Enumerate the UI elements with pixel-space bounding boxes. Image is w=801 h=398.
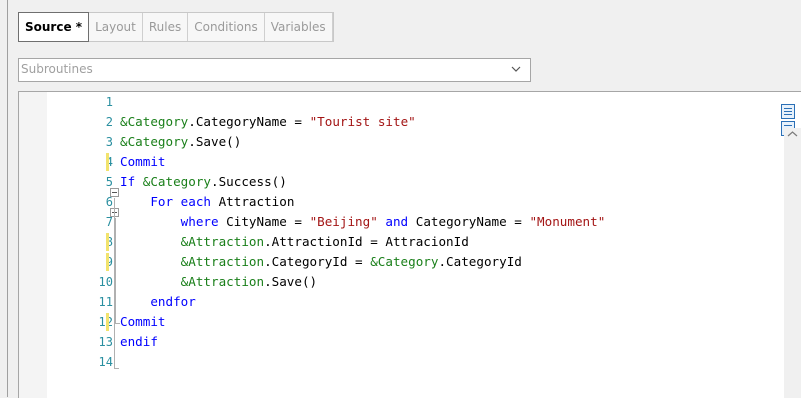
change-marker — [106, 253, 109, 271]
dropdown-placeholder: Subroutines — [21, 62, 93, 76]
code-token: CategoryName = — [415, 214, 530, 229]
code-token: .Success() — [211, 174, 287, 189]
change-marker — [106, 233, 109, 251]
code-line[interactable]: For each Attraction — [120, 192, 294, 212]
line-number: 5 — [105, 175, 113, 189]
change-marker — [106, 313, 109, 331]
fold-end-if — [114, 368, 119, 369]
code-line[interactable]: Commit — [120, 152, 166, 172]
code-token: "Beijing" — [309, 214, 378, 229]
code-line[interactable]: where CityName = "Beijing" and CategoryN… — [120, 212, 606, 232]
code-token: Commit — [120, 154, 166, 169]
chevron-down-icon — [511, 66, 521, 72]
line-number-gutter: 1234567891011121314 — [47, 92, 115, 398]
code-token: .Save() — [264, 274, 318, 289]
subroutines-dropdown[interactable]: Subroutines — [18, 58, 531, 82]
line-number: 10 — [98, 275, 113, 289]
code-line[interactable]: endfor — [120, 292, 196, 312]
code-token: &Category — [370, 254, 439, 269]
line-number: 13 — [98, 335, 113, 349]
code-line[interactable]: endif — [120, 332, 158, 352]
code-token: endif — [120, 334, 158, 349]
fold-guide-for — [115, 218, 116, 324]
vertical-scrollbar[interactable] — [784, 128, 801, 398]
code-token: .CategoryName = — [188, 114, 310, 129]
line-number: 6 — [105, 195, 113, 209]
code-token: &Attraction — [120, 234, 265, 249]
tab-layout[interactable]: Layout — [89, 13, 143, 41]
code-token: "Monument" — [529, 214, 606, 229]
scroll-up-arrow-icon[interactable] — [787, 130, 798, 138]
window-edge — [7, 0, 8, 397]
code-token: .AttractionId = AttracionId — [264, 234, 469, 249]
editor-margin — [19, 92, 47, 398]
line-number: 2 — [105, 115, 113, 129]
code-line[interactable]: Commit — [120, 312, 166, 332]
code-token: &Category — [142, 174, 211, 189]
code-token: .CategoryId = — [264, 254, 371, 269]
code-line[interactable]: &Category.CategoryName = "Tourist site" — [120, 112, 416, 132]
code-line[interactable]: &Category.Save() — [120, 132, 241, 152]
code-token: Commit — [120, 314, 166, 329]
code-token: .Save() — [188, 134, 242, 149]
line-number: 1 — [105, 95, 113, 109]
code-line[interactable]: If &Category.Success() — [120, 172, 287, 192]
document-icon[interactable] — [781, 104, 795, 119]
code-token: CityName = — [226, 214, 310, 229]
tab-source[interactable]: Source * — [18, 12, 90, 42]
code-token: .CategoryId — [438, 254, 522, 269]
code-token: Attraction — [218, 194, 295, 209]
line-number: 3 — [105, 135, 113, 149]
change-marker — [106, 153, 109, 171]
code-token: &Category — [120, 134, 189, 149]
code-token: where — [120, 214, 227, 229]
tab-rules[interactable]: Rules — [143, 13, 189, 41]
tab-variables[interactable]: Variables — [265, 13, 333, 41]
code-token: &Attraction — [120, 254, 265, 269]
tab-conditions[interactable]: Conditions — [188, 13, 265, 41]
code-line[interactable]: &Attraction.Save() — [120, 272, 317, 292]
line-number: 14 — [98, 355, 113, 369]
code-token: For each — [120, 194, 219, 209]
code-line[interactable]: &Attraction.CategoryId = &Category.Categ… — [120, 252, 522, 272]
code-token: "Tourist site" — [309, 114, 416, 129]
code-token: endfor — [120, 294, 196, 309]
code-token: and — [377, 214, 416, 229]
fold-toggle-if[interactable] — [110, 188, 119, 197]
code-line[interactable]: &Attraction.AttractionId = AttracionId — [120, 232, 469, 252]
code-editor[interactable]: 1234567891011121314 &Category.CategoryNa… — [18, 91, 801, 398]
line-number: 11 — [98, 295, 113, 309]
code-token: &Category — [120, 114, 189, 129]
code-token: If — [120, 174, 143, 189]
code-token: &Attraction — [120, 274, 265, 289]
editor-tabs: Source * Layout Rules Conditions Variabl… — [18, 12, 334, 42]
line-number: 7 — [105, 215, 113, 229]
